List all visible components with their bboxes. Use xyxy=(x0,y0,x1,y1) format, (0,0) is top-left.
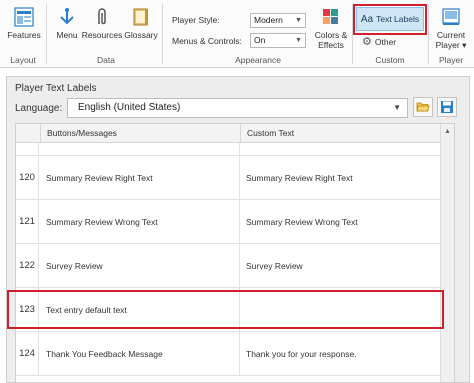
custom-text-cell[interactable]: Thank you for your response. xyxy=(240,332,441,375)
menus-controls-label: Menus & Controls: xyxy=(172,36,242,46)
menu-icon xyxy=(60,8,74,25)
menus-controls-value: On xyxy=(254,35,266,45)
chevron-down-icon: ▼ xyxy=(295,17,302,24)
custom-text-cell[interactable]: Summary Review Wrong Text xyxy=(240,200,441,243)
ribbon-separator xyxy=(46,4,47,64)
row-number: 122 xyxy=(16,244,39,287)
glossary-button[interactable]: Glossary xyxy=(123,6,159,40)
language-label: Language: xyxy=(15,103,63,114)
player-style-label: Player Style: xyxy=(172,15,220,25)
colors-effects-label-1: Colors & xyxy=(314,30,348,40)
save-icon xyxy=(441,101,453,113)
ribbon-separator xyxy=(162,4,163,64)
colors-effects-label-2: Effects xyxy=(318,40,344,50)
glossary-book-icon xyxy=(133,8,148,26)
menus-controls-dropdown[interactable]: On ▼ xyxy=(250,33,306,48)
resources-label: Resources xyxy=(81,30,123,40)
ribbon-toolbar: Features Layout Menu Resources Glossary … xyxy=(0,0,474,68)
gear-icon: ⚙ xyxy=(362,36,372,48)
vertical-scrollbar[interactable]: ▲ xyxy=(440,124,454,382)
message-cell: Thank You Feedback Message xyxy=(40,332,240,375)
features-label: Features xyxy=(7,30,41,40)
text-labels-table: Buttons/Messages Custom Text 120 Summary… xyxy=(15,123,455,383)
menu-button[interactable]: Menu xyxy=(52,6,82,40)
features-button[interactable]: Features xyxy=(6,6,42,40)
column-header-buttons-messages[interactable]: Buttons/Messages xyxy=(40,124,240,143)
chevron-down-icon: ▼ xyxy=(295,37,302,44)
menu-label: Menu xyxy=(56,30,78,40)
table-row[interactable]: 120 Summary Review Right Text Summary Re… xyxy=(16,156,441,200)
player-style-value: Modern xyxy=(254,15,283,25)
table-row[interactable]: 122 Survey Review Survey Review xyxy=(16,244,441,288)
colors-effects-button[interactable]: Colors & Effects xyxy=(312,6,350,50)
language-dropdown[interactable]: English (United States) ▼ xyxy=(67,98,408,118)
panel-title: Player Text Labels xyxy=(15,83,97,94)
row-number: 121 xyxy=(16,200,39,243)
text-labels-highlight-box xyxy=(353,4,427,35)
current-player-label-1: Current xyxy=(436,30,466,40)
custom-text-cell[interactable]: Survey Review xyxy=(240,244,441,287)
message-cell xyxy=(40,143,240,155)
table-row xyxy=(16,143,441,156)
features-icon xyxy=(14,7,34,27)
other-button[interactable]: ⚙ Other xyxy=(362,35,396,48)
palette-icon xyxy=(323,9,338,24)
save-button[interactable] xyxy=(437,97,457,117)
row-number: 120 xyxy=(16,156,39,199)
current-player-button[interactable]: Current Player ▾ xyxy=(430,6,472,50)
current-player-label-2: Player ▾ xyxy=(435,40,467,50)
message-cell: Summary Review Right Text xyxy=(40,156,240,199)
open-button[interactable] xyxy=(413,97,433,117)
custom-text-cell[interactable] xyxy=(240,143,441,155)
player-text-labels-panel: Player Text Labels Language: English (Un… xyxy=(6,76,470,383)
group-label-data: Data xyxy=(97,55,115,65)
group-label-appearance: Appearance xyxy=(235,55,281,65)
table-header: Buttons/Messages Custom Text xyxy=(16,124,454,143)
other-label: Other xyxy=(374,36,397,47)
row-123-highlight-box xyxy=(7,290,444,329)
custom-text-cell[interactable]: Summary Review Right Text xyxy=(240,156,441,199)
table-row[interactable]: 121 Summary Review Wrong Text Summary Re… xyxy=(16,200,441,244)
row-number xyxy=(16,143,39,155)
ribbon-separator xyxy=(428,4,429,64)
column-header-custom-text[interactable]: Custom Text xyxy=(240,124,441,143)
folder-open-icon xyxy=(416,102,430,112)
message-cell: Summary Review Wrong Text xyxy=(40,200,240,243)
row-number: 124 xyxy=(16,332,39,375)
group-label-custom: Custom xyxy=(375,55,405,65)
message-cell: Survey Review xyxy=(40,244,240,287)
group-label-player: Player xyxy=(438,55,464,65)
chevron-down-icon: ▼ xyxy=(393,103,401,112)
scroll-up-icon[interactable]: ▲ xyxy=(441,124,454,138)
language-value: English (United States) xyxy=(78,102,181,113)
paperclip-icon xyxy=(98,8,106,25)
glossary-label: Glossary xyxy=(124,30,158,40)
player-icon xyxy=(442,8,460,25)
group-label-layout: Layout xyxy=(10,55,36,65)
player-style-dropdown[interactable]: Modern ▼ xyxy=(250,13,306,28)
table-row[interactable]: 124 Thank You Feedback Message Thank you… xyxy=(16,332,441,376)
resources-button[interactable]: Resources xyxy=(82,6,122,40)
